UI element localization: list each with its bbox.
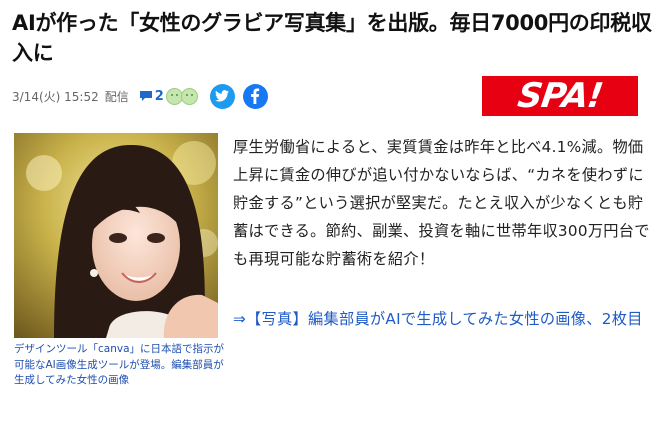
article-lead-text: 厚生労働省によると、実質賃金は昨年と比べ4.1%減。物価上昇に賃金の伸びが追い付… xyxy=(233,138,650,268)
related-photo-link[interactable]: ⇒【写真】編集部員がAIで生成してみた女性の画像、2枚目 xyxy=(233,306,653,333)
comment-link[interactable]: 2 xyxy=(139,89,164,104)
smiley-face-icon xyxy=(180,87,198,105)
spa-logo-text: SPA! xyxy=(515,76,605,116)
ai-generated-woman-image xyxy=(14,133,218,338)
comment-bubble-icon xyxy=(139,91,152,101)
twitter-share-button[interactable] xyxy=(209,83,235,109)
twitter-bird-icon xyxy=(215,90,230,102)
spa-logo[interactable]: SPA! xyxy=(482,76,638,116)
smiley-faces-icon[interactable] xyxy=(165,87,198,105)
publish-source-label: 配信 xyxy=(104,89,129,104)
article-headline: AIが作った「女性のグラビア写真集」を出版。毎日7000円の印税収入に xyxy=(12,11,652,65)
photo-caption[interactable]: デザインツール「canva」に日本語で指示が可能なAI画像生成ツールが登場。編集… xyxy=(14,342,224,389)
publish-date: 3/14(火) 15:52 xyxy=(12,89,99,104)
article-meta: 3/14(火) 15:52 配信 2 xyxy=(12,83,268,109)
facebook-share-button[interactable] xyxy=(242,83,268,109)
article-photo[interactable] xyxy=(14,133,218,338)
comment-count: 2 xyxy=(154,88,164,104)
facebook-f-icon xyxy=(251,88,260,104)
